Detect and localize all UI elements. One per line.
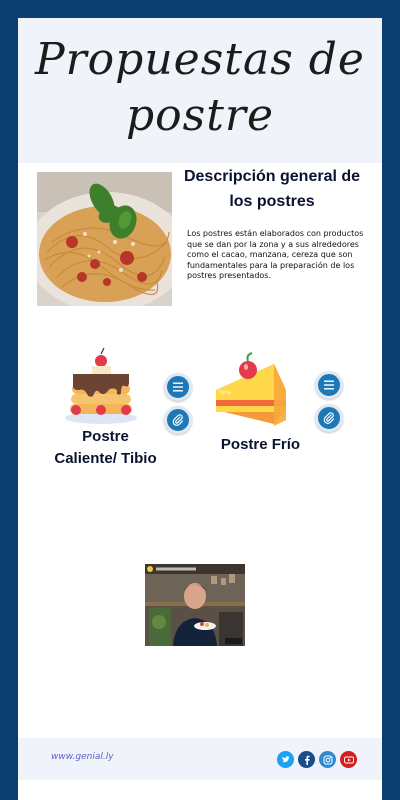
pasta-photo <box>37 172 172 306</box>
video-thumbnail[interactable] <box>145 564 245 646</box>
dessert2-menu-button[interactable] <box>315 371 343 399</box>
overview-text: Los postres están elaborados con product… <box>187 229 364 280</box>
dessert1-attach-button[interactable] <box>164 406 192 434</box>
overview-title: Descripción general de los postres <box>183 168 361 210</box>
page-canvas: Propuestas de postre Descripción general… <box>18 18 382 800</box>
dessert1-label: Postre Caliente/ Tibio <box>48 426 163 470</box>
title-line-1: Propuestas de <box>35 34 365 85</box>
genially-link[interactable]: www.genial.ly <box>51 752 114 762</box>
paperclip-icon <box>172 414 184 426</box>
footer-panel: www.genial.ly <box>18 738 382 780</box>
dessert1-label-line1: Postre <box>82 428 129 445</box>
list-icon <box>324 380 334 390</box>
page-title: Propuestas de postre <box>18 32 382 144</box>
dessert2-attach-button[interactable] <box>315 404 343 432</box>
dessert1-menu-button[interactable] <box>164 373 192 401</box>
twitter-icon[interactable] <box>277 751 294 768</box>
title-line-2: postre <box>126 90 274 141</box>
pancake-stack-icon <box>64 346 139 428</box>
dessert1-label-line2: Caliente/ Tibio <box>54 450 157 467</box>
header-panel: Propuestas de postre <box>18 18 382 163</box>
dessert2-label-line1: Postre Frío <box>220 436 301 453</box>
list-icon <box>173 382 183 392</box>
paperclip-icon <box>323 412 335 424</box>
instagram-icon[interactable] <box>319 751 336 768</box>
facebook-icon[interactable] <box>298 751 315 768</box>
youtube-icon[interactable] <box>340 751 357 768</box>
cake-slice-icon <box>214 352 290 428</box>
dessert2-label: Postre Frío <box>208 434 313 456</box>
